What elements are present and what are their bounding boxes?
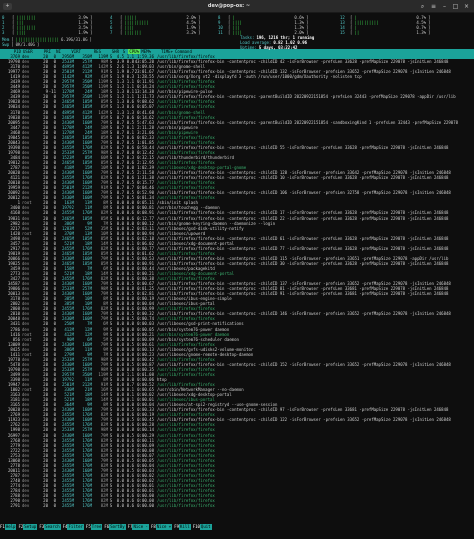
process-user: dev: [22, 503, 30, 509]
fkey-label-f5[interactable]: Tree: [90, 524, 103, 530]
cpu-meter-row: 3 [|||| 1.9%]: [2, 30, 92, 35]
cpu-meter-row: 15 [|| 1.3%]: [340, 30, 430, 35]
process-virt: 2455M: [61, 503, 74, 509]
process-list[interactable]: 3769 dev 20 0 2956M 350M 119M S 4.5 1.1 1:59.36/us…: [0, 54, 474, 539]
fkey-label-f6[interactable]: SortBy: [109, 524, 126, 530]
cpu-meters-midright: 8[| 0.6%] 9[|||| 1.3%] 10[||| 1.3%] 11[|||| 2.0…: [218, 15, 308, 35]
cpu-meter-row: 7 [||||||| 3.2%]: [110, 30, 200, 35]
cpu-meter-number: 3: [2, 30, 5, 35]
meter-bracket: ]: [428, 30, 431, 35]
swap-value: 0K/1.40G: [15, 42, 35, 47]
fkey-label-f1[interactable]: Help: [4, 524, 17, 530]
fkey-label-f4[interactable]: Filter: [67, 524, 84, 530]
meters-panel: 0[|||||||| 3.9%] 1[||| 1.3%] 2[|||||||| 3.5%]…: [0, 13, 474, 50]
search-icon[interactable]: ⌕: [419, 3, 426, 10]
swap-label: Swp: [2, 42, 10, 47]
cpu-meter-bar: ||: [354, 30, 360, 35]
process-time: 0:00.00: [137, 503, 154, 509]
cpu-meter-bar: |||||||: [124, 30, 142, 35]
process-mem: 0.6: [126, 503, 134, 509]
fkey-label-f3[interactable]: Search: [44, 524, 61, 530]
new-tab-button[interactable]: +: [3, 2, 12, 10]
meter-bracket: ]: [198, 30, 201, 35]
meter-bracket: ]: [90, 30, 93, 35]
process-pid: 2791: [10, 503, 20, 509]
fkey-label-f7[interactable]: Nice -: [132, 524, 149, 530]
process-cmd: /usr/lib/firefox/firefox: [157, 503, 215, 509]
cpu-meters-right: 12[| 0.7%] 13[|||||||||| 4.5%] 14[| 0.7%] 15[|…: [340, 15, 430, 35]
memory-meters: Mem[|||||||||||||||||| 6.19G/31.0G] Swp[0…: [2, 37, 92, 47]
meter-bracket: [: [350, 30, 353, 35]
cpu-meters-left: 0[|||||||| 3.9%] 1[||| 1.3%] 2[|||||||| 3.5%]…: [2, 15, 92, 35]
process-row[interactable]: 2791 dev 20 0 2455M 176M 82M S 0.0 0.6 0:00.00/usr…: [0, 503, 474, 508]
close-icon[interactable]: ×: [463, 3, 470, 10]
cpu-meter-bar: ||||: [16, 30, 27, 35]
fkey-label-f9[interactable]: Kill: [179, 524, 191, 530]
meter-bracket: [: [120, 30, 123, 35]
uptime-label: Uptime:: [240, 45, 257, 50]
cpu-meter-value: 3.2%: [186, 30, 197, 35]
title-bar: + dev@pop-os: ~ ⌕ ≡ – □ ×: [0, 0, 474, 13]
fkey-label-f2[interactable]: Setup: [23, 524, 38, 530]
system-stats: Tasks: 196, 1216 thr; 1 running Load aver…: [240, 35, 314, 50]
meter-bracket: [: [228, 30, 231, 35]
cpu-meter-value: 1.3%: [416, 30, 427, 35]
function-key-bar: F1 Help F2 Setup F3 Search F4 Filter F5 Tree F6 Sor…: [0, 524, 474, 530]
cpu-meter-number: 15: [340, 30, 345, 35]
plus-icon: +: [5, 3, 10, 9]
window-title: dev@pop-os: ~: [207, 3, 251, 9]
process-cpu: 0.0: [116, 503, 124, 509]
process-res: 176M: [82, 503, 92, 509]
process-pri: 20: [43, 503, 48, 509]
mem-value: 6.19G/31.0G: [61, 37, 88, 42]
fkey-f10[interactable]: F10: [193, 524, 200, 530]
process-ni: 0: [53, 503, 56, 509]
meter-bracket: [: [12, 30, 15, 35]
cpu-meter-number: 7: [110, 30, 113, 35]
process-shr: 82M: [100, 503, 108, 509]
fkey-label-f10[interactable]: Quit: [199, 524, 212, 530]
cpu-meter-number: 11: [218, 30, 223, 35]
fkey-label-f8[interactable]: Nice +: [155, 524, 173, 530]
cpu-meter-value: 1.9%: [78, 30, 89, 35]
terminal-window: + dev@pop-os: ~ ⌕ ≡ – □ × 0[|||||||| 3.9%…: [0, 0, 474, 530]
menu-icon[interactable]: ≡: [430, 3, 437, 10]
maximize-icon[interactable]: □: [452, 3, 459, 10]
minimize-icon[interactable]: –: [441, 3, 448, 10]
cpu-meters-mid: 4[||||| 2.0%] 5[|||||||||| 4.5%] 6[|||| 1.9%]…: [110, 15, 200, 35]
uptime-value: 5 days, 03:22:42: [258, 45, 298, 50]
